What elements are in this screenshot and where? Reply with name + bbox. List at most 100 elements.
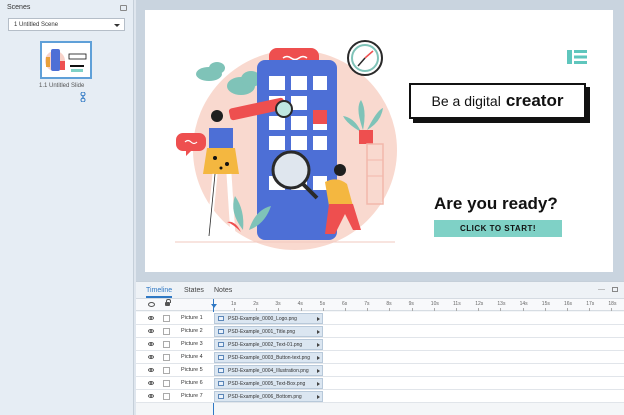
- timeline-tabbar: Timeline States Notes —: [136, 282, 624, 299]
- layer-bar[interactable]: PSD-Example_0002_Text-01.png: [214, 339, 323, 350]
- timeline-row[interactable]: Picture 5 PSD-Example_0004_Illustration.…: [136, 364, 624, 377]
- slide-thumbnail[interactable]: [40, 41, 92, 79]
- expand-arrow-icon[interactable]: [317, 343, 320, 347]
- layer-file: PSD-Example_0006_Bottom.png: [228, 394, 302, 400]
- playhead-icon[interactable]: [211, 304, 217, 308]
- ruler-label: 8s: [386, 301, 392, 307]
- ruler-label: 4s: [297, 301, 303, 307]
- ruler-tick: [433, 308, 435, 311]
- lock-checkbox[interactable]: [163, 367, 170, 374]
- ruler-label: 15s: [541, 301, 550, 307]
- ruler-tick: [256, 308, 258, 311]
- ruler-label: 12s: [475, 301, 484, 307]
- layer-name: Picture 1: [181, 315, 203, 321]
- expand-arrow-icon[interactable]: [317, 330, 320, 334]
- headline-box[interactable]: Be a digital creator: [409, 83, 586, 119]
- layer-bar[interactable]: PSD-Example_0003_Button-text.png: [214, 352, 323, 363]
- eye-icon[interactable]: [148, 316, 154, 320]
- canvas-area: Be a digital creator Are you ready? CLIC…: [136, 0, 624, 281]
- tab-timeline[interactable]: Timeline: [146, 287, 173, 298]
- ruler-tick: [278, 308, 280, 311]
- timeline-row[interactable]: Picture 4 PSD-Example_0003_Button-text.p…: [136, 351, 624, 364]
- layer-file: PSD-Example_0004_Illustration.png: [228, 368, 309, 374]
- ruler-tick: [611, 308, 613, 311]
- layer-bar[interactable]: PSD-Example_0001_Title.png: [214, 326, 323, 337]
- lock-checkbox[interactable]: [163, 315, 170, 322]
- timeline-row[interactable]: Picture 6 PSD-Example_0005_Text-Box.png: [136, 377, 624, 390]
- expand-arrow-icon[interactable]: [317, 317, 320, 321]
- image-icon: [218, 329, 224, 334]
- click-to-start-button[interactable]: CLICK TO START!: [434, 220, 562, 237]
- lock-checkbox[interactable]: [163, 380, 170, 387]
- ruler-tick: [389, 308, 391, 311]
- lock-checkbox[interactable]: [163, 328, 170, 335]
- ruler-tick: [300, 308, 302, 311]
- layer-file: PSD-Example_0001_Title.png: [228, 329, 296, 335]
- ruler-tick: [234, 308, 235, 311]
- layer-bar[interactable]: PSD-Example_0005_Text-Box.png: [214, 378, 323, 389]
- layer-name: Picture 2: [181, 328, 203, 334]
- ruler-label: 14s: [519, 301, 528, 307]
- question-text[interactable]: Are you ready?: [434, 194, 558, 214]
- ruler-label: 16s: [564, 301, 573, 307]
- ruler-tick: [345, 308, 346, 311]
- tab-states[interactable]: States: [184, 287, 204, 294]
- expand-arrow-icon[interactable]: [317, 395, 320, 399]
- collapse-icon[interactable]: —: [598, 286, 605, 293]
- link-icon[interactable]: [80, 92, 86, 102]
- layer-file: PSD-Example_0003_Button-text.png: [228, 355, 310, 361]
- expand-arrow-icon[interactable]: [317, 356, 320, 360]
- eye-icon[interactable]: [148, 368, 154, 372]
- eye-icon[interactable]: [148, 394, 154, 398]
- panel-window-icon[interactable]: [120, 5, 127, 11]
- tab-notes[interactable]: Notes: [214, 287, 232, 294]
- ruler-label: 5s: [319, 301, 326, 307]
- image-icon: [218, 368, 224, 373]
- slide-canvas[interactable]: Be a digital creator Are you ready? CLIC…: [145, 10, 613, 272]
- eye-icon[interactable]: [148, 329, 154, 333]
- scene-dropdown-value: 1 Untitled Scene: [14, 22, 59, 28]
- ruler-tick: [478, 308, 480, 311]
- eye-icon[interactable]: [148, 302, 155, 307]
- chevron-down-icon: [114, 24, 120, 27]
- image-icon: [218, 316, 224, 321]
- ruler-label: 17s: [586, 301, 595, 307]
- layer-name: Picture 7: [181, 393, 203, 399]
- ruler-label: 18s: [608, 301, 617, 307]
- lock-icon[interactable]: [165, 299, 171, 306]
- ruler-label: 11s: [453, 301, 461, 307]
- ruler-tick: [456, 308, 457, 311]
- eye-icon[interactable]: [148, 381, 154, 385]
- lock-checkbox[interactable]: [163, 393, 170, 400]
- timeline-row[interactable]: Picture 1 PSD-Example_0000_Logo.png: [136, 312, 624, 325]
- layer-bar[interactable]: PSD-Example_0000_Logo.png: [214, 313, 323, 324]
- ruler-label: 13s: [497, 301, 506, 307]
- ruler-tick: [567, 308, 568, 311]
- ruler-label: 2s: [253, 301, 259, 307]
- scene-dropdown[interactable]: 1 Untitled Scene: [8, 18, 125, 31]
- timeline-row[interactable]: Picture 2 PSD-Example_0001_Title.png: [136, 325, 624, 338]
- eye-icon[interactable]: [148, 355, 154, 359]
- headline-prefix: Be a digital: [431, 93, 501, 109]
- timeline-row[interactable]: Picture 3 PSD-Example_0002_Text-01.png: [136, 338, 624, 351]
- layer-bar[interactable]: PSD-Example_0006_Bottom.png: [214, 391, 323, 402]
- eye-icon[interactable]: [148, 342, 154, 346]
- ruler-label: 10s: [430, 301, 439, 307]
- ruler-label: 6s: [342, 301, 348, 307]
- scenes-panel: Scenes 1 Untitled Scene 1.1 Untitled Sli…: [0, 0, 134, 415]
- layer-bar[interactable]: PSD-Example_0004_Illustration.png: [214, 365, 323, 376]
- layer-name: Picture 6: [181, 380, 203, 386]
- panel-window-icon[interactable]: [612, 286, 618, 292]
- timeline-panel: Timeline States Notes — 1s 2s 3s 4s 5s 6s 7s 8s…: [136, 281, 624, 415]
- illustration-image[interactable]: [145, 10, 405, 272]
- expand-arrow-icon[interactable]: [317, 369, 320, 373]
- ruler-tick: [367, 308, 369, 311]
- ruler-label: 9s: [408, 301, 414, 307]
- ruler-tick: [500, 308, 502, 311]
- brand-logo-icon: [567, 50, 587, 64]
- timeline-row[interactable]: Picture 7 PSD-Example_0006_Bottom.png: [136, 390, 624, 403]
- lock-checkbox[interactable]: [163, 354, 170, 361]
- expand-arrow-icon[interactable]: [317, 382, 320, 386]
- lock-checkbox[interactable]: [163, 341, 170, 348]
- image-icon: [218, 342, 224, 347]
